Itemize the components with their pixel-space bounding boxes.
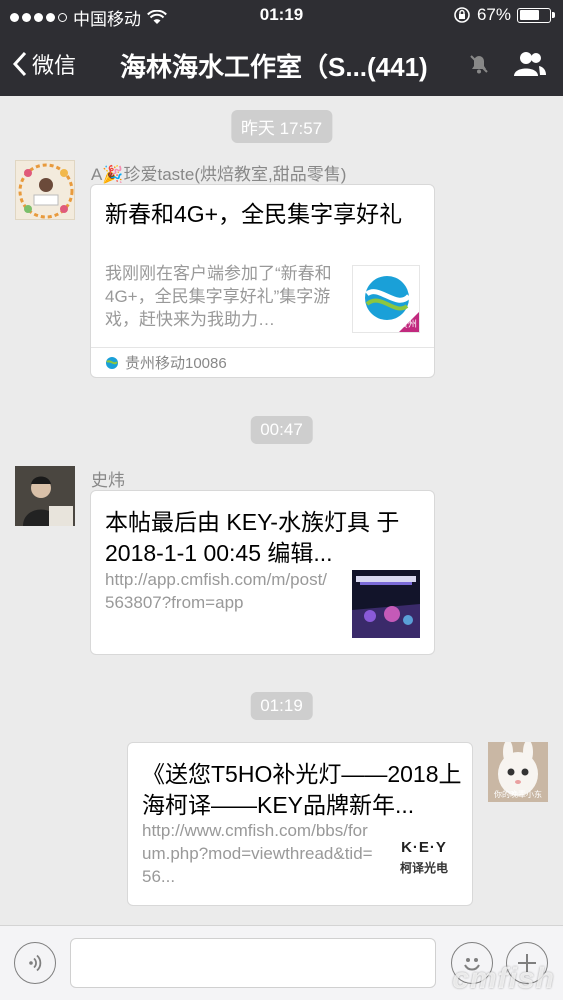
page-title: 海林海水工作室（S...(441)	[120, 47, 480, 84]
input-bar: cmfish	[0, 925, 563, 1000]
card-description: 我刚刚在客户端参加了“新春和4G+，全民集字享好礼”集字游戏，赶快来为我助力…	[105, 264, 332, 329]
card-description: http://app.cmfish.com/m/post/563807?from…	[105, 570, 328, 612]
card-thumbnail: K·E·Y 柯译光电	[390, 823, 458, 891]
my-avatar[interactable]: 你的晚辈小东	[488, 742, 548, 802]
status-bar: 中国移动 01:19 67%	[0, 0, 563, 32]
card-title: 《送您T5HO补光灯——2018上海柯译——KEY品牌新年...	[142, 761, 462, 818]
chat-title: 海林海水工作室（S...(441)	[120, 52, 428, 82]
card-thumbnail: 贵州	[352, 265, 420, 333]
link-card[interactable]: 本帖最后由 KEY-水族灯具 于 2018-1-1 00:45 编辑... ht…	[90, 490, 435, 655]
aquarium-photo-icon	[352, 570, 420, 638]
sender-name: 史炜	[91, 471, 125, 490]
group-members-icon[interactable]	[513, 50, 547, 78]
avatar-caption: 你的晚辈小东	[494, 790, 542, 799]
back-label: 微信	[32, 53, 77, 78]
timestamp-pill: 01:19	[250, 692, 313, 720]
timestamp-pill: 昨天 17:57	[230, 110, 333, 143]
key-logo-subtext: 柯译光电	[399, 861, 448, 875]
card-title: 新春和4G+，全民集字享好礼	[105, 201, 403, 227]
battery-icon	[517, 7, 555, 23]
card-description: http://www.cmfish.com/bbs/forum.php?mod=…	[142, 821, 373, 886]
nav-bar: 微信 海林海水工作室（S...(441)	[0, 32, 563, 96]
message-input[interactable]	[70, 938, 436, 988]
source-logo-icon	[106, 356, 118, 369]
voice-button[interactable]	[14, 942, 56, 984]
chevron-left-icon	[12, 51, 27, 77]
card-thumbnail	[352, 570, 420, 638]
timestamp-pill: 00:47	[250, 416, 313, 444]
card-title: 本帖最后由 KEY-水族灯具 于 2018-1-1 00:45 编辑...	[105, 509, 400, 566]
back-button[interactable]: 微信	[12, 48, 76, 80]
sender-name: A🎉珍爱taste(烘焙教室,甜品零售)	[91, 165, 347, 184]
mute-icon	[470, 55, 488, 74]
avatar[interactable]	[15, 160, 75, 220]
card-source: 贵州移动10086	[125, 355, 227, 372]
link-card[interactable]: 《送您T5HO补光灯——2018上海柯译——KEY品牌新年... http://…	[127, 742, 473, 906]
rotation-lock-icon	[454, 7, 470, 23]
watermark: cmfish	[452, 962, 555, 995]
link-card[interactable]: 新春和4G+，全民集字享好礼 我刚刚在客户端参加了“新春和4G+，全民集字享好礼…	[90, 184, 435, 378]
key-logo-text: K·E·Y	[401, 839, 447, 856]
card-footer: 贵州移动10086	[91, 347, 434, 377]
battery-percent: 67%	[476, 5, 511, 24]
voice-icon	[29, 954, 42, 972]
avatar-image	[15, 466, 75, 526]
avatar[interactable]	[15, 466, 75, 526]
thumb-badge: 贵州	[398, 319, 417, 329]
avatar-image	[18, 163, 74, 219]
